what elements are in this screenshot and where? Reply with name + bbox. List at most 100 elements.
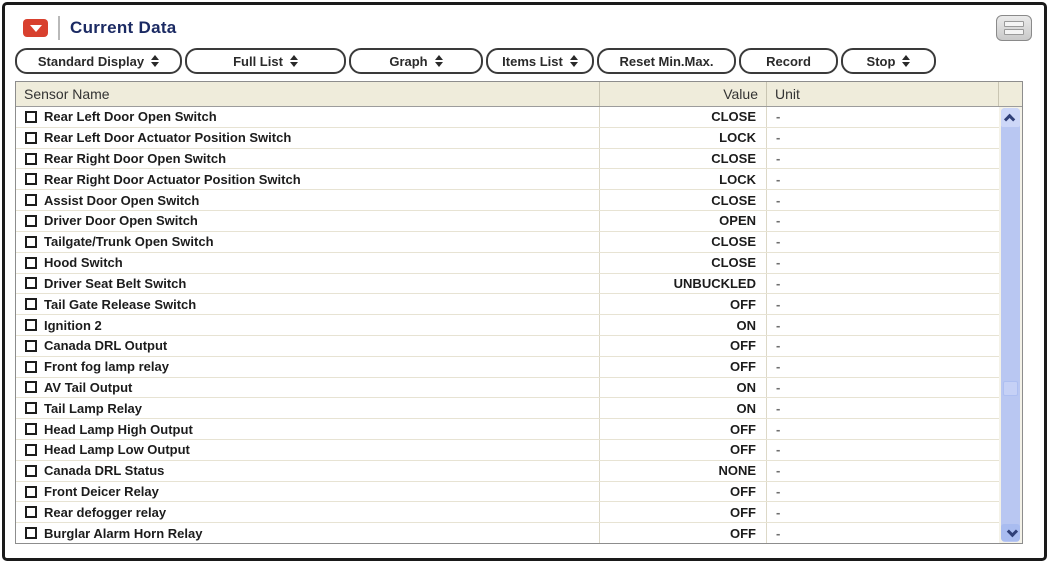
table-row[interactable]: Rear defogger relay OFF - <box>16 502 999 523</box>
sensor-unit-label: - <box>776 318 780 333</box>
graph-select[interactable]: Graph <box>349 48 483 74</box>
row-checkbox[interactable] <box>25 340 37 352</box>
table-row[interactable]: Driver Seat Belt Switch UNBUCKLED - <box>16 274 999 295</box>
sensor-name-label: Ignition 2 <box>44 318 102 333</box>
row-checkbox[interactable] <box>25 236 37 248</box>
row-checkbox[interactable] <box>25 444 37 456</box>
stop-select[interactable]: Stop <box>841 48 936 74</box>
title-bar: Current Data <box>15 13 1034 43</box>
sensor-name-label: Canada DRL Status <box>44 463 164 478</box>
sensor-value-cell: OFF <box>600 419 767 439</box>
scroll-down-button[interactable] <box>1001 524 1020 541</box>
row-checkbox[interactable] <box>25 257 37 269</box>
sensor-value-label: OFF <box>730 484 756 499</box>
title-divider <box>58 16 60 40</box>
sensor-unit-label: - <box>776 359 780 374</box>
sensor-unit-cell: - <box>767 232 999 252</box>
row-checkbox[interactable] <box>25 465 37 477</box>
row-checkbox[interactable] <box>25 402 37 414</box>
sensor-unit-label: - <box>776 463 780 478</box>
column-header-value[interactable]: Value <box>600 82 767 106</box>
sensor-unit-label: - <box>776 234 780 249</box>
column-header-unit[interactable]: Unit <box>767 82 999 106</box>
row-checkbox[interactable] <box>25 361 37 373</box>
row-checkbox[interactable] <box>25 381 37 393</box>
sensor-unit-cell: - <box>767 461 999 481</box>
sensor-name-label: Canada DRL Output <box>44 338 167 353</box>
reset-minmax-button[interactable]: Reset Min.Max. <box>597 48 736 74</box>
table-row[interactable]: Ignition 2 ON - <box>16 315 999 336</box>
table-row[interactable]: Front fog lamp relay OFF - <box>16 357 999 378</box>
sensor-name-label: Assist Door Open Switch <box>44 193 199 208</box>
sensor-unit-label: - <box>776 297 780 312</box>
vertical-scrollbar <box>999 107 1022 543</box>
sensor-unit-cell: - <box>767 482 999 502</box>
sensor-unit-cell: - <box>767 357 999 377</box>
table-row[interactable]: Assist Door Open Switch CLOSE - <box>16 190 999 211</box>
sensor-value-label: OFF <box>730 359 756 374</box>
sensor-unit-label: - <box>776 526 780 541</box>
sensor-value-label: UNBUCKLED <box>674 276 756 291</box>
row-checkbox[interactable] <box>25 111 37 123</box>
table-row[interactable]: Hood Switch CLOSE - <box>16 253 999 274</box>
row-checkbox[interactable] <box>25 527 37 539</box>
scroll-up-button[interactable] <box>1001 108 1020 127</box>
items-list-select[interactable]: Items List <box>486 48 594 74</box>
row-checkbox[interactable] <box>25 423 37 435</box>
sensor-value-cell: CLOSE <box>600 232 767 252</box>
table-row[interactable]: Driver Door Open Switch OPEN - <box>16 211 999 232</box>
record-button[interactable]: Record <box>739 48 838 74</box>
row-checkbox[interactable] <box>25 173 37 185</box>
row-checkbox[interactable] <box>25 298 37 310</box>
table-body: Rear Left Door Open Switch CLOSE - Rear … <box>16 107 999 543</box>
reset-minmax-label: Reset Min.Max. <box>620 54 714 69</box>
table-row[interactable]: AV Tail Output ON - <box>16 378 999 399</box>
row-checkbox[interactable] <box>25 506 37 518</box>
sensor-value-label: OFF <box>730 338 756 353</box>
sensor-unit-cell: - <box>767 398 999 418</box>
sensor-name-cell: Canada DRL Output <box>16 336 600 356</box>
table-row[interactable]: Front Deicer Relay OFF - <box>16 482 999 503</box>
row-checkbox[interactable] <box>25 194 37 206</box>
row-checkbox[interactable] <box>25 215 37 227</box>
row-checkbox[interactable] <box>25 153 37 165</box>
layout-toggle-button[interactable] <box>996 15 1032 41</box>
sensor-unit-cell: - <box>767 128 999 148</box>
sensor-name-label: Burglar Alarm Horn Relay <box>44 526 202 541</box>
display-mode-select[interactable]: Standard Display <box>15 48 182 74</box>
table-row[interactable]: Head Lamp Low Output OFF - <box>16 440 999 461</box>
table-row[interactable]: Rear Right Door Actuator Position Switch… <box>16 169 999 190</box>
row-checkbox[interactable] <box>25 132 37 144</box>
table-row[interactable]: Canada DRL Status NONE - <box>16 461 999 482</box>
table-row[interactable]: Rear Left Door Open Switch CLOSE - <box>16 107 999 128</box>
graph-label: Graph <box>389 54 427 69</box>
list-scope-select[interactable]: Full List <box>185 48 346 74</box>
table-row[interactable]: Head Lamp High Output OFF - <box>16 419 999 440</box>
table-row[interactable]: Rear Right Door Open Switch CLOSE - <box>16 149 999 170</box>
scrollbar-track[interactable] <box>1001 108 1020 542</box>
row-checkbox[interactable] <box>25 486 37 498</box>
sensor-value-label: OFF <box>730 422 756 437</box>
table-row[interactable]: Burglar Alarm Horn Relay OFF - <box>16 523 999 543</box>
row-checkbox[interactable] <box>25 277 37 289</box>
sensor-value-label: OFF <box>730 442 756 457</box>
sensor-unit-cell: - <box>767 523 999 543</box>
column-header-sensor-name[interactable]: Sensor Name <box>16 82 600 106</box>
sensor-name-cell: Ignition 2 <box>16 315 600 335</box>
sensor-name-cell: Hood Switch <box>16 253 600 273</box>
sensor-name-cell: Rear Right Door Actuator Position Switch <box>16 169 600 189</box>
sensor-value-cell: OFF <box>600 482 767 502</box>
sensor-unit-label: - <box>776 213 780 228</box>
table-row[interactable]: Tailgate/Trunk Open Switch CLOSE - <box>16 232 999 253</box>
scrollbar-thumb[interactable] <box>1003 381 1018 396</box>
table-row[interactable]: Tail Gate Release Switch OFF - <box>16 294 999 315</box>
row-checkbox[interactable] <box>25 319 37 331</box>
table-row[interactable]: Rear Left Door Actuator Position Switch … <box>16 128 999 149</box>
table-row[interactable]: Canada DRL Output OFF - <box>16 336 999 357</box>
sensor-unit-label: - <box>776 255 780 270</box>
collapse-button[interactable] <box>23 19 48 37</box>
table-row[interactable]: Tail Lamp Relay ON - <box>16 398 999 419</box>
sensor-value-label: OFF <box>730 505 756 520</box>
sensor-name-label: Tail Gate Release Switch <box>44 297 196 312</box>
sensor-unit-cell: - <box>767 190 999 210</box>
